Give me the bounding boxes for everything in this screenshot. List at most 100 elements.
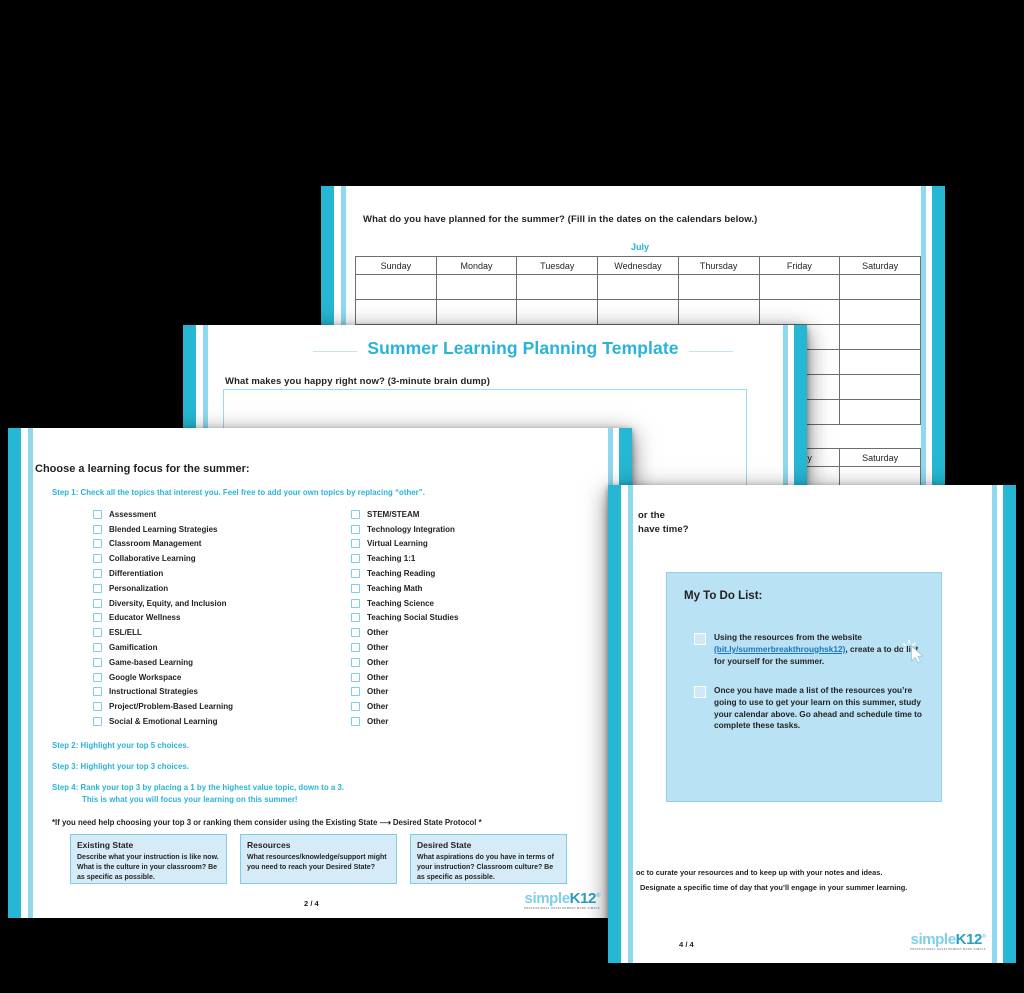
topic-row[interactable]: Classroom Management <box>93 537 233 552</box>
topic-checkbox[interactable] <box>351 613 360 623</box>
topic-checkbox[interactable] <box>351 598 360 608</box>
topic-row[interactable]: Blended Learning Strategies <box>93 522 233 537</box>
protocol-box-resources[interactable]: Resources What resources/knowledge/suppo… <box>240 834 397 884</box>
calendar-cell[interactable] <box>355 299 437 325</box>
topic-checkbox[interactable] <box>93 672 102 682</box>
topic-checkbox[interactable] <box>93 583 102 593</box>
topic-checkbox[interactable] <box>351 539 360 549</box>
topic-row[interactable]: Other <box>351 685 458 700</box>
topic-checkbox[interactable] <box>351 687 360 697</box>
topic-row[interactable]: Instructional Strategies <box>93 685 233 700</box>
calendar-cell[interactable] <box>839 324 921 350</box>
topic-row[interactable]: Differentiation <box>93 566 233 581</box>
topic-row[interactable]: Google Workspace <box>93 670 233 685</box>
calendar-row[interactable] <box>355 274 921 300</box>
topic-row[interactable]: ESL/ELL <box>93 625 233 640</box>
topic-row[interactable]: Personalization <box>93 581 233 596</box>
topic-checkbox[interactable] <box>351 569 360 579</box>
topic-checkbox[interactable] <box>351 524 360 534</box>
calendar-cell[interactable] <box>516 299 599 325</box>
todo-checkbox[interactable] <box>694 633 706 645</box>
topic-checkbox[interactable] <box>93 509 102 519</box>
calendar-cell[interactable] <box>677 299 760 325</box>
calendar-cell[interactable] <box>677 274 760 300</box>
topic-checkbox[interactable] <box>351 672 360 682</box>
topic-checkbox[interactable] <box>93 569 102 579</box>
topic-row[interactable]: Social & Emotional Learning <box>93 714 233 729</box>
topic-checkbox[interactable] <box>351 717 360 727</box>
topic-checkbox[interactable] <box>93 613 102 623</box>
topic-row[interactable]: Teaching Science <box>351 596 458 611</box>
calendar-cell[interactable] <box>355 274 437 300</box>
mouse-cursor-icon <box>901 639 929 666</box>
topic-checkbox[interactable] <box>93 524 102 534</box>
calendar-cell[interactable] <box>758 299 841 325</box>
protocol-box-existing-state[interactable]: Existing State Describe what your instru… <box>70 834 227 884</box>
topic-checkbox[interactable] <box>351 509 360 519</box>
topic-checkbox[interactable] <box>351 657 360 667</box>
calendar-cell[interactable] <box>597 299 679 325</box>
topic-row[interactable]: Other <box>351 670 458 685</box>
topic-row[interactable]: Other <box>351 640 458 655</box>
calendar-day-header: Friday <box>758 256 841 275</box>
calendar-cell[interactable] <box>758 274 841 300</box>
todo-item[interactable]: Once you have made a list of the resourc… <box>694 685 924 732</box>
topic-row[interactable]: Other <box>351 655 458 670</box>
topic-row[interactable]: Other <box>351 699 458 714</box>
todo-checkbox[interactable] <box>694 686 706 698</box>
calendar-cell[interactable] <box>597 274 679 300</box>
calendar-cell[interactable] <box>435 274 518 300</box>
topic-checkbox[interactable] <box>351 643 360 653</box>
topic-checkbox[interactable] <box>93 687 102 697</box>
topic-checkbox[interactable] <box>351 628 360 638</box>
todo-list-box[interactable]: My To Do List: Using the resources from … <box>666 572 942 802</box>
topic-row[interactable]: Teaching Social Studies <box>351 611 458 626</box>
topic-row[interactable]: Teaching Math <box>351 581 458 596</box>
todo-item-link[interactable]: (bit.ly/summerbreakthroughsk12) <box>714 644 845 654</box>
topic-checkbox[interactable] <box>93 657 102 667</box>
calendar-cell[interactable] <box>516 274 599 300</box>
topic-checkbox[interactable] <box>93 643 102 653</box>
calendar-cell[interactable] <box>839 274 921 300</box>
topic-row[interactable]: Assessment <box>93 507 233 522</box>
logo-tagline: PROFESSIONAL DEVELOPMENT MADE SIMPLE <box>910 948 986 951</box>
topic-row[interactable]: Technology Integration <box>351 522 458 537</box>
topic-row[interactable]: Game-based Learning <box>93 655 233 670</box>
topic-checkbox[interactable] <box>93 702 102 712</box>
topic-row[interactable]: Teaching 1:1 <box>351 551 458 566</box>
protocol-box-title: Existing State <box>77 840 134 850</box>
document-page-3[interactable]: Choose a learning focus for the summer: … <box>8 428 632 918</box>
topic-row[interactable]: Collaborative Learning <box>93 551 233 566</box>
topic-row[interactable]: Project/Problem-Based Learning <box>93 699 233 714</box>
protocol-box-desired-state[interactable]: Desired State What aspirations do you ha… <box>410 834 567 884</box>
calendar-cell[interactable] <box>839 374 921 400</box>
topic-row[interactable]: STEM/STEAM <box>351 507 458 522</box>
todo-item[interactable]: Using the resources from the website (bi… <box>694 632 924 667</box>
topic-checkbox[interactable] <box>93 554 102 564</box>
calendar-day-header: Wednesday <box>597 256 679 275</box>
topic-row[interactable]: Other <box>351 714 458 729</box>
topics-column-left: Assessment Blended Learning Strategies C… <box>93 507 233 729</box>
topic-row[interactable]: Virtual Learning <box>351 537 458 552</box>
page-3-page-number: 2 / 4 <box>304 899 319 908</box>
topic-checkbox[interactable] <box>93 717 102 727</box>
calendar-row[interactable] <box>355 299 921 325</box>
screenshot-canvas: What do you have planned for the summer?… <box>0 0 1024 993</box>
topic-checkbox[interactable] <box>351 554 360 564</box>
calendar-cell[interactable] <box>839 349 921 375</box>
document-page-4[interactable]: or the have time? My To Do List: Using t… <box>608 485 1016 963</box>
calendar-cell[interactable] <box>839 299 921 325</box>
topic-row[interactable]: Teaching Reading <box>351 566 458 581</box>
topic-checkbox[interactable] <box>351 583 360 593</box>
calendar-cell[interactable] <box>435 299 518 325</box>
page-4-page-number: 4 / 4 <box>679 940 694 949</box>
topic-checkbox[interactable] <box>93 539 102 549</box>
calendar-cell[interactable] <box>839 399 921 425</box>
topic-row[interactable]: Gamification <box>93 640 233 655</box>
topic-row[interactable]: Other <box>351 625 458 640</box>
topic-row[interactable]: Diversity, Equity, and Inclusion <box>93 596 233 611</box>
topic-checkbox[interactable] <box>351 702 360 712</box>
topic-checkbox[interactable] <box>93 628 102 638</box>
topic-checkbox[interactable] <box>93 598 102 608</box>
topic-row[interactable]: Educator Wellness <box>93 611 233 626</box>
